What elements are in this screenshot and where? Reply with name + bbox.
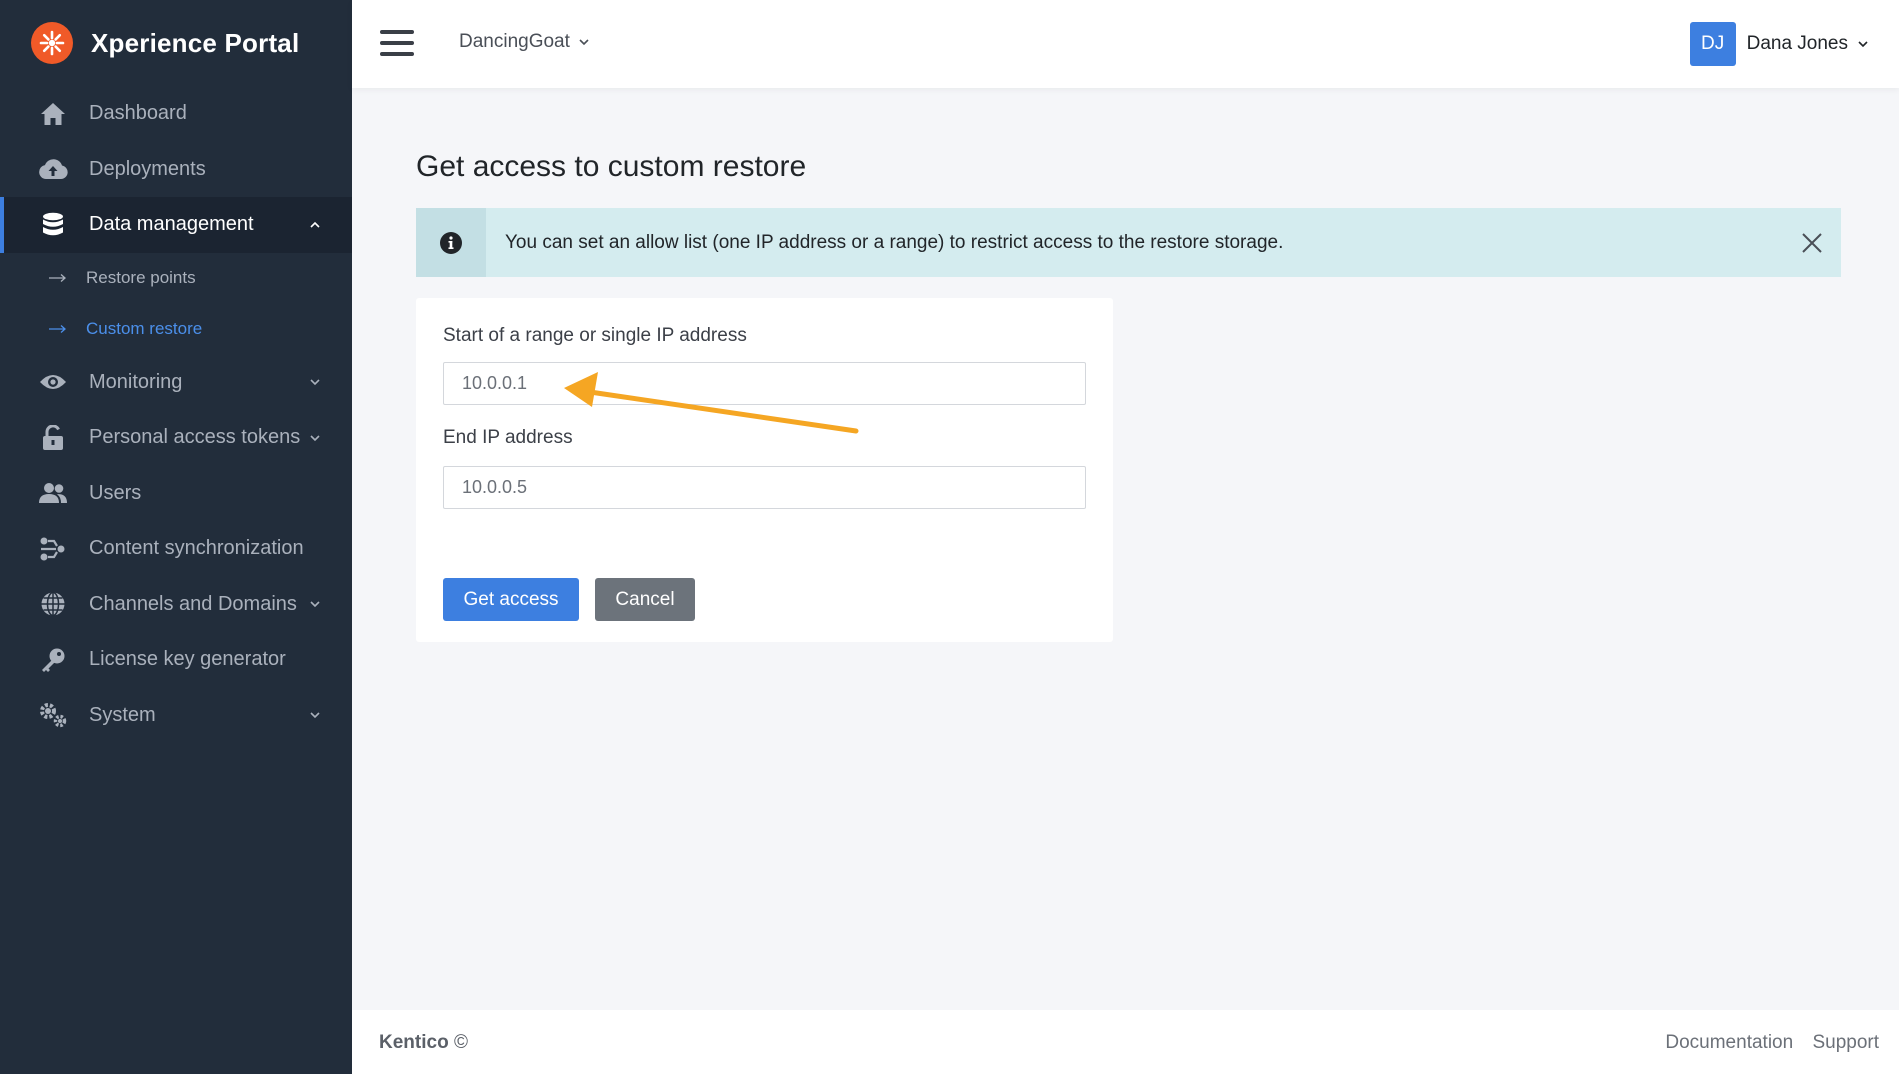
- sync-icon: [38, 536, 68, 562]
- sidebar-subitem-custom-restore[interactable]: Custom restore: [0, 304, 352, 355]
- footer-links: Documentation Support: [1651, 1032, 1879, 1054]
- sidebar-item-personal-access-tokens[interactable]: Personal access tokens: [0, 410, 352, 466]
- chevron-down-icon: [310, 601, 320, 608]
- sidebar-item-label: Users: [89, 481, 142, 504]
- sidebar-item-monitoring[interactable]: Monitoring: [0, 355, 352, 411]
- sidebar-subitem-restore-points[interactable]: Restore points: [0, 253, 352, 304]
- avatar: DJ: [1689, 22, 1736, 66]
- sidebar-item-data-management[interactable]: Data management: [0, 197, 352, 253]
- sidebar-item-label: Deployments: [89, 157, 206, 180]
- lock-icon: [38, 424, 68, 451]
- end-ip-label: End IP address: [443, 427, 573, 448]
- kentico-logo-icon: [31, 22, 73, 64]
- users-icon: [38, 480, 68, 506]
- gears-icon: [38, 702, 68, 728]
- sidebar-item-label: License key generator: [89, 648, 286, 671]
- database-icon: [38, 212, 68, 238]
- info-icon: [416, 208, 486, 277]
- chevron-down-icon: [310, 435, 320, 441]
- sidebar-subitem-label: Custom restore: [86, 319, 203, 338]
- footer-brand: Kentico ©: [379, 1032, 468, 1054]
- sidebar-subitem-label: Restore points: [86, 268, 196, 287]
- sidebar-item-label: Content synchronization: [89, 537, 304, 560]
- ip-access-form: Start of a range or single IP address En…: [416, 298, 1113, 642]
- chevron-down-icon: [310, 379, 320, 386]
- globe-icon: [38, 591, 68, 617]
- footer-copyright: ©: [453, 1032, 468, 1053]
- sidebar-item-label: Monitoring: [89, 370, 183, 393]
- sidebar-item-label: Personal access tokens: [89, 426, 301, 449]
- sidebar-item-label: Channels and Domains: [89, 592, 297, 615]
- sidebar-item-license-key-generator[interactable]: License key generator: [0, 632, 352, 688]
- arrow-right-icon: [48, 273, 70, 283]
- footer: Kentico © Documentation Support: [352, 1010, 1899, 1074]
- end-ip-input[interactable]: [443, 466, 1086, 509]
- top-bar: DancingGoat DJ Dana Jones: [352, 0, 1899, 88]
- project-selector[interactable]: DancingGoat: [459, 31, 590, 53]
- eye-icon: [38, 369, 68, 395]
- cloud-upload-icon: [38, 156, 68, 182]
- sidebar: Xperience Portal Dashboard Deployments D…: [0, 0, 352, 1074]
- sidebar-item-label: System: [89, 703, 156, 726]
- chevron-up-icon: [310, 221, 320, 228]
- footer-brand-name: Kentico: [379, 1032, 449, 1053]
- page-title: Get access to custom restore: [416, 150, 807, 183]
- brand[interactable]: Xperience Portal: [0, 0, 352, 86]
- get-access-button[interactable]: Get access: [443, 578, 579, 621]
- home-icon: [38, 101, 68, 127]
- sidebar-item-channels-and-domains[interactable]: Channels and Domains: [0, 577, 352, 633]
- support-link[interactable]: Support: [1812, 1032, 1879, 1053]
- sidebar-item-dashboard[interactable]: Dashboard: [0, 86, 352, 142]
- cancel-button[interactable]: Cancel: [595, 578, 695, 621]
- sidebar-item-system[interactable]: System: [0, 688, 352, 744]
- documentation-link[interactable]: Documentation: [1665, 1032, 1793, 1053]
- sidebar-item-label: Dashboard: [89, 102, 187, 125]
- sidebar-item-content-synchronization[interactable]: Content synchronization: [0, 521, 352, 577]
- start-ip-input[interactable]: [443, 362, 1086, 405]
- hamburger-menu-icon[interactable]: [380, 30, 414, 58]
- alert-text: You can set an allow list (one IP addres…: [505, 231, 1284, 253]
- chevron-down-icon: [310, 712, 320, 719]
- user-name: Dana Jones: [1746, 33, 1848, 54]
- project-name: DancingGoat: [459, 31, 570, 52]
- app-title: Xperience Portal: [91, 27, 300, 58]
- start-ip-label: Start of a range or single IP address: [443, 325, 747, 346]
- info-alert: You can set an allow list (one IP addres…: [416, 208, 1841, 277]
- user-menu[interactable]: DJ Dana Jones: [1689, 22, 1869, 66]
- sidebar-nav: Dashboard Deployments Data management Re…: [0, 86, 352, 743]
- arrow-right-icon: [48, 324, 70, 334]
- chevron-down-icon: [1858, 41, 1868, 48]
- close-icon[interactable]: [1801, 232, 1823, 254]
- key-icon: [38, 647, 68, 673]
- sidebar-item-label: Data management: [89, 213, 254, 236]
- sidebar-item-deployments[interactable]: Deployments: [0, 142, 352, 198]
- sidebar-item-users[interactable]: Users: [0, 466, 352, 522]
- chevron-down-icon: [579, 39, 589, 46]
